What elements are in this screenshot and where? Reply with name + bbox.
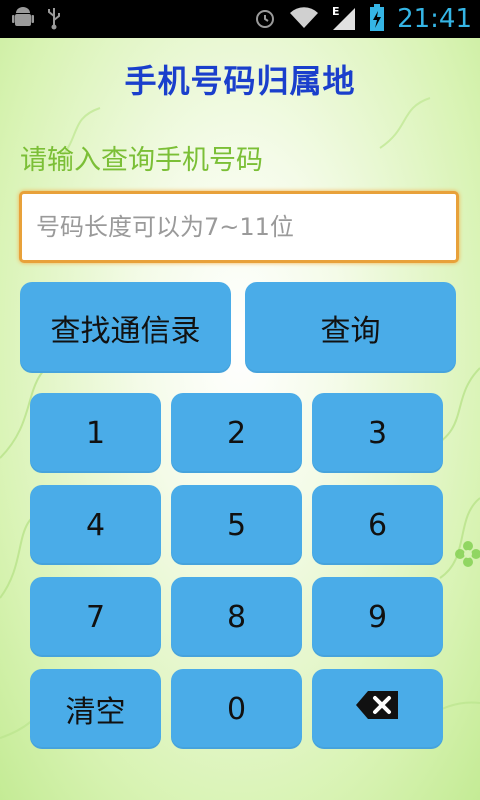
query-label: 查询 bbox=[320, 313, 381, 349]
key-8[interactable]: 8 bbox=[171, 577, 302, 657]
backspace-button[interactable] bbox=[312, 669, 443, 749]
key-3[interactable]: 3 bbox=[312, 393, 443, 473]
clear-button[interactable]: 清空 bbox=[30, 669, 161, 749]
find-contacts-label: 查找通信录 bbox=[50, 313, 201, 349]
title-bar: 手机号码归属地 bbox=[0, 38, 480, 120]
key-label: 1 bbox=[85, 415, 106, 451]
battery-icon bbox=[369, 3, 385, 35]
key-label: 7 bbox=[85, 599, 106, 635]
key-1[interactable]: 1 bbox=[30, 393, 161, 473]
alarm-icon bbox=[253, 6, 277, 33]
find-contacts-button[interactable]: 查找通信录 bbox=[20, 282, 231, 373]
phone-number-input[interactable] bbox=[22, 194, 456, 260]
android-icon bbox=[12, 6, 34, 33]
key-2[interactable]: 2 bbox=[171, 393, 302, 473]
status-bar: E 21:41 bbox=[0, 0, 480, 38]
usb-icon bbox=[46, 6, 62, 33]
key-6[interactable]: 6 bbox=[312, 485, 443, 565]
backspace-icon bbox=[354, 688, 402, 730]
key-label: 6 bbox=[367, 507, 388, 543]
phone-input-label: 请输入查询手机号码 bbox=[20, 145, 263, 176]
clear-label: 清空 bbox=[65, 695, 126, 730]
key-label: 8 bbox=[226, 599, 247, 635]
key-label: 2 bbox=[226, 415, 247, 451]
key-label: 0 bbox=[226, 691, 247, 727]
key-label: 4 bbox=[85, 507, 106, 543]
key-7[interactable]: 7 bbox=[30, 577, 161, 657]
key-0[interactable]: 0 bbox=[171, 669, 302, 749]
app-title: 手机号码归属地 bbox=[124, 62, 356, 100]
query-button[interactable]: 查询 bbox=[245, 282, 456, 373]
key-4[interactable]: 4 bbox=[30, 485, 161, 565]
key-label: 5 bbox=[226, 507, 247, 543]
signal-icon: E bbox=[331, 4, 357, 35]
key-label: 3 bbox=[367, 415, 388, 451]
phone-input-container bbox=[19, 191, 459, 263]
key-label: 9 bbox=[367, 599, 388, 635]
network-type-label: E bbox=[332, 5, 340, 18]
wifi-icon bbox=[289, 6, 319, 33]
key-9[interactable]: 9 bbox=[312, 577, 443, 657]
key-5[interactable]: 5 bbox=[171, 485, 302, 565]
clock: 21:41 bbox=[397, 4, 472, 34]
